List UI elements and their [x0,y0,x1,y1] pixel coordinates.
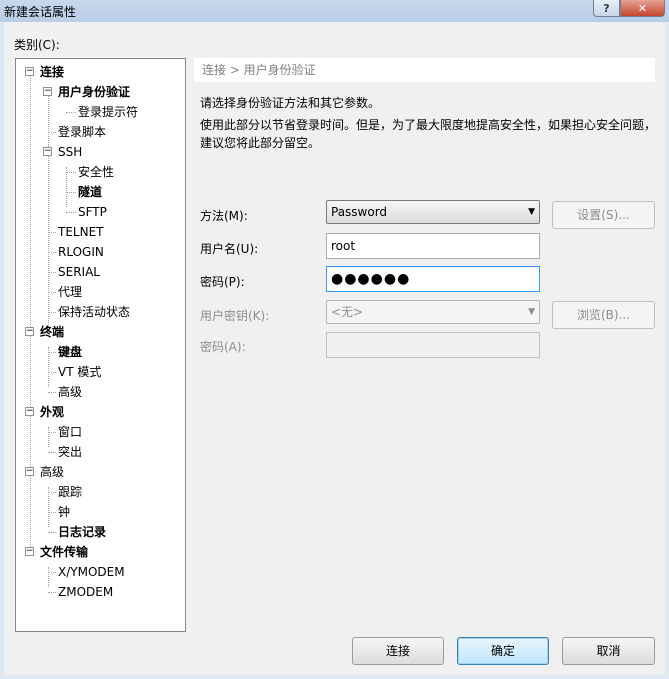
tree-line [48,392,56,393]
tree-item[interactable]: 日志记录 [58,523,106,541]
help-icon: ? [603,1,610,15]
tree-toggle-icon[interactable]: − [25,327,34,336]
browse-button[interactable]: 浏览(B)... [552,301,655,329]
method-label: 方法(M): [200,209,248,223]
tree-line [48,312,56,313]
tree-line [48,512,56,513]
username-label: 用户名(U): [200,242,259,256]
tree-item[interactable]: 安全性 [78,163,114,181]
tree-line [66,192,76,193]
tree-line [48,232,56,233]
tree-line [48,272,56,273]
tree-item[interactable]: 登录脚本 [58,123,106,141]
close-icon: ✕ [637,1,648,15]
user-key-select[interactable]: <无> ▼ [326,300,540,324]
dropdown-arrow-icon: ▼ [528,207,535,217]
tree-toggle-icon[interactable]: − [25,407,34,416]
tree-item[interactable]: 外观 [40,403,64,421]
tree-line [48,572,56,573]
tree-item[interactable]: 键盘 [58,343,82,361]
tree-item[interactable]: 隧道 [78,183,102,201]
tree-item[interactable]: 文件传输 [40,543,88,561]
tree-item[interactable]: SERIAL [58,263,100,281]
tree-item[interactable]: 钟 [58,503,70,521]
tree-line [48,132,56,133]
passphrase-field[interactable] [326,332,540,358]
tree-toggle-icon[interactable]: − [25,547,34,556]
breadcrumb: 连接 > 用户身份验证 [194,58,655,82]
tree-item[interactable]: 终端 [40,323,64,341]
username-field[interactable]: root [326,233,540,259]
tree-toggle-icon[interactable]: − [43,87,52,96]
tree-item[interactable]: 登录提示符 [78,103,138,121]
tree-line [48,427,49,447]
settings-button[interactable]: 设置(S)... [552,201,655,229]
tree-item[interactable]: 突出 [58,443,82,461]
tree-item[interactable]: VT 模式 [58,363,101,381]
tree-toggle-icon[interactable]: − [43,147,52,156]
tree-line [48,252,56,253]
password-label: 密码(P): [200,275,245,289]
tree-line [66,172,76,173]
tree-item[interactable]: 高级 [58,383,82,401]
title-bar: 新建会话属性 ? ✕ [0,0,669,22]
tree-item[interactable]: 跟踪 [58,483,82,501]
tree-line [48,532,56,533]
ok-button[interactable]: 确定 [457,637,549,665]
tree-line [48,347,49,387]
tree-item[interactable]: 保持活动状态 [58,303,130,321]
tree-toggle-icon[interactable]: − [25,67,34,76]
dropdown-arrow-icon: ▼ [528,307,535,317]
tree-line [66,212,76,213]
tree-line [48,452,56,453]
password-field[interactable]: ●●●●●● [326,266,540,292]
tree-item[interactable]: SFTP [78,203,107,221]
tree-item[interactable]: 代理 [58,283,82,301]
tree-line [30,71,31,551]
tree-line [48,372,56,373]
tree-item[interactable]: ZMODEM [58,583,113,601]
tree-line [48,487,49,527]
user-key-label: 用户密钥(K): [200,309,270,323]
category-tree[interactable]: − 连接 − 用户身份验证 登录提示符 登录脚本 − SSH 安全性 隧道 SFTP TELNET RL… [15,58,186,632]
cancel-button[interactable]: 取消 [562,637,655,665]
user-key-value: <无> [331,305,364,319]
tree-line [66,167,67,207]
tree-line [66,112,76,113]
tree-line [48,292,56,293]
tree-item[interactable]: 窗口 [58,423,82,441]
tree-item[interactable]: 连接 [40,63,64,81]
passphrase-label: 密码(A): [200,340,246,354]
category-label: 类别(C): [14,38,60,52]
tree-line [48,432,56,433]
tree-item[interactable]: X/YMODEM [58,563,125,581]
section-hint: 使用此部分以节省登录时间。但是，为了最大限度地提高安全性，如果担心安全问题，建议… [200,118,657,150]
close-button[interactable]: ✕ [620,0,665,17]
tree-line [48,567,49,587]
tree-line [48,352,56,353]
tree-item[interactable]: SSH [58,143,82,161]
tree-line [48,492,56,493]
tree-line [48,592,56,593]
section-description: 请选择身份验证方法和其它参数。 [200,96,381,110]
tree-toggle-icon[interactable]: − [25,467,34,476]
tree-item[interactable]: RLOGIN [58,243,104,261]
method-select[interactable]: Password ▼ [326,200,540,224]
method-value: Password [331,205,388,219]
connect-button[interactable]: 连接 [352,637,444,665]
tree-item[interactable]: TELNET [58,223,104,241]
tree-item[interactable]: 用户身份验证 [58,83,131,101]
dialog-body: 类别(C): − 连接 − 用户身份验证 登录提示符 登录脚本 − SSH 安全性 隧道 SFTP T… [4,22,665,675]
help-button[interactable]: ? [593,0,620,17]
tree-line [48,87,49,327]
tree-item[interactable]: 高级 [40,463,64,481]
window-title: 新建会话属性 [4,5,77,19]
